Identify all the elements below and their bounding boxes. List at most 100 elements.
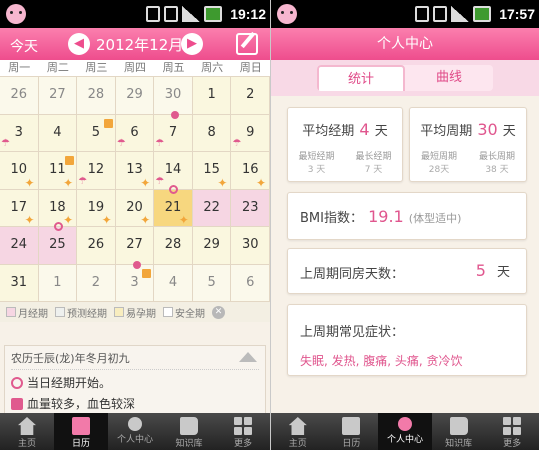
day-cell[interactable]: 27	[38, 77, 78, 115]
day-cell[interactable]: 4	[38, 114, 78, 152]
nav-home[interactable]: 主页	[271, 413, 325, 450]
umbrella-icon: ☂	[232, 138, 242, 149]
day-number: 5	[91, 124, 101, 140]
period-start-ring-icon	[53, 222, 63, 231]
day-cell[interactable]: 14 ☂	[154, 152, 193, 190]
day-cell[interactable]: 3 ☂	[0, 114, 39, 152]
day-cell[interactable]: 3	[115, 260, 155, 302]
flow-icon	[11, 397, 23, 410]
weekday-label: 周二	[46, 61, 69, 74]
nav-profile[interactable]: 个人中心	[108, 413, 162, 450]
home-icon	[18, 417, 36, 435]
day-cell[interactable]: 30	[154, 77, 193, 115]
nav-profile[interactable]: 个人中心	[378, 413, 432, 450]
day-cell[interactable]: 26	[77, 227, 116, 265]
nav-more[interactable]: 更多	[485, 413, 539, 450]
day-number: 15	[203, 162, 220, 177]
tab-curve[interactable]: 曲线	[405, 65, 493, 91]
day-cell[interactable]: 24	[0, 227, 39, 265]
signal-icon	[451, 6, 470, 22]
weekday-label: 周一	[8, 61, 31, 74]
day-number: 10	[10, 162, 28, 177]
calendar-legend: 月经期 预测经期 易孕期 安全期 ✕	[0, 302, 270, 322]
month-label: 2012年12月	[96, 36, 184, 54]
nav-more[interactable]: 更多	[216, 413, 270, 450]
day-cell[interactable]: 29	[115, 77, 155, 115]
day-cell[interactable]: 22	[192, 189, 232, 227]
day-cell[interactable]: 7 ☂	[154, 110, 193, 152]
status-bar: 19:12	[0, 0, 270, 28]
day-number: 3	[130, 274, 139, 290]
nav-knowledge[interactable]: 知识库	[432, 413, 486, 450]
day-cell[interactable]: 30	[231, 227, 270, 265]
bmi-card: BMI指数： 19.1 (体型适中)	[287, 192, 527, 240]
expand-up-icon[interactable]	[239, 352, 257, 362]
day-number: 5	[207, 274, 216, 290]
day-cell[interactable]: 2	[231, 77, 270, 115]
day-cell[interactable]: 1	[192, 77, 232, 115]
sim-icon	[146, 6, 161, 22]
weekday-label: 周三	[85, 61, 108, 74]
day-number: 7	[168, 124, 178, 140]
umbrella-icon: ☂	[1, 138, 10, 149]
day-cell[interactable]: 10 ✦	[0, 152, 39, 190]
day-number: 1	[53, 274, 62, 290]
nav-home[interactable]: 主页	[0, 413, 54, 450]
app-icon	[6, 4, 26, 24]
day-cell[interactable]: 31	[0, 264, 39, 302]
today-button[interactable]: 今天	[10, 36, 38, 56]
day-cell[interactable]: 5	[77, 114, 116, 152]
storage-icon	[164, 6, 179, 22]
day-cell[interactable]: 26	[0, 77, 39, 115]
battery-icon	[204, 6, 223, 22]
day-cell-today[interactable]: 21 ✦	[154, 184, 193, 227]
day-cell[interactable]: 1	[38, 264, 78, 302]
day-cell[interactable]: 9 ☂	[231, 114, 270, 152]
tab-stats[interactable]: 统计	[317, 65, 405, 91]
umbrella-icon: ☂	[155, 138, 165, 149]
day-number: 23	[241, 199, 259, 215]
day-cell[interactable]: 17 ✦	[0, 189, 39, 227]
day-cell[interactable]: 4	[154, 264, 193, 302]
nav-knowledge[interactable]: 知识库	[162, 413, 216, 450]
prev-month-button[interactable]: ◀	[68, 33, 90, 55]
nav-calendar[interactable]: 日历	[325, 413, 379, 450]
sim-icon	[415, 6, 430, 22]
sparkle-icon: ✦	[140, 175, 151, 190]
bottom-nav: 主页 日历 个人中心 知识库 更多	[0, 413, 270, 450]
day-cell[interactable]: 28	[77, 77, 116, 115]
day-cell[interactable]: 6	[231, 264, 270, 302]
weekday-label: 周五	[162, 61, 185, 74]
day-cell[interactable]: 12 ☂	[77, 152, 116, 190]
day-cell[interactable]: 6 ☂	[115, 114, 155, 152]
day-cell[interactable]: 8	[192, 114, 232, 152]
day-cell[interactable]: 28	[154, 227, 193, 265]
day-cell[interactable]: 27	[115, 227, 155, 265]
day-number: 4	[168, 274, 178, 290]
bmi-value: 19.1	[368, 207, 404, 226]
day-cell[interactable]: 29	[192, 227, 232, 265]
day-cell[interactable]: 15 ✦	[192, 152, 232, 190]
weekday-header: 周一 周二 周三 周四 周五 周六 周日	[0, 60, 270, 76]
day-cell[interactable]: 2	[77, 264, 116, 302]
nav-calendar[interactable]: 日历	[54, 413, 108, 450]
close-icon[interactable]: ✕	[212, 305, 225, 319]
day-cell[interactable]: 23	[231, 189, 270, 227]
grid-icon	[234, 417, 252, 435]
next-month-button[interactable]: ▶	[181, 33, 203, 55]
period-start-icon	[11, 376, 23, 389]
status-time: 17:57	[499, 6, 535, 22]
battery-icon	[473, 6, 492, 22]
day-cell[interactable]: 11 ✦	[38, 152, 78, 190]
note-item: 当日经期开始。	[11, 374, 259, 391]
day-number: 6	[246, 274, 255, 290]
day-cell[interactable]: 13 ✦	[115, 152, 155, 190]
edit-icon[interactable]	[236, 33, 258, 55]
day-cell[interactable]: 25	[38, 222, 78, 265]
day-cell[interactable]: 20 ✦	[115, 189, 155, 227]
ovulation-ring-icon	[169, 184, 179, 194]
day-cell[interactable]: 19 ✦	[77, 189, 116, 227]
grid-icon	[503, 417, 522, 435]
day-cell[interactable]: 16 ✦	[231, 152, 270, 190]
day-cell[interactable]: 5	[192, 264, 232, 302]
